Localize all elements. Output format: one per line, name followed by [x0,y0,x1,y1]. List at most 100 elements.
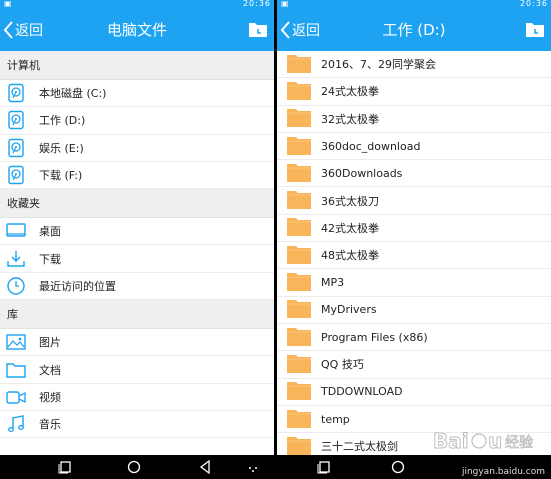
section-header: 计算机 [0,51,274,80]
folder-name: 360Downloads [321,166,403,180]
list-item[interactable]: 工作 (D:) [0,107,274,135]
clock-icon [6,276,26,296]
left-screen: ▣ 20:36 返回 电脑文件 计算机 本地磁盘 (C:) 工作 (D:) 娱乐 (E… [0,0,274,479]
list-item-label: 工作 (D:) [39,114,86,128]
back-label: 返回 [292,23,320,39]
folder-name: TDDOWNLOAD [321,385,403,399]
hard-disk-icon [6,138,26,158]
list-item-label: 娱乐 (E:) [39,141,84,155]
folder-row[interactable]: MP3 [277,269,551,297]
status-time: 20:36 [242,0,271,8]
folder-name: MyDrivers [321,303,377,317]
menu-dots-icon[interactable] [246,460,260,474]
back-button-right[interactable]: 返回 [279,9,320,51]
status-time-right: 20:36 [519,0,548,8]
folder-name: 2016、7、29同学聚会 [321,58,436,72]
svg-text:经验: 经验 [505,435,533,451]
folder-row[interactable]: 24式太极拳 [277,78,551,106]
folder-row[interactable]: TDDOWNLOAD [277,379,551,406]
folder-icon [287,53,311,76]
notification-icon: ▣ [4,0,12,8]
folder-outline-icon [6,360,26,380]
folder-row[interactable]: 48式太极拳 [277,242,551,270]
folder-icon [287,380,311,403]
folder-name: QQ 技巧 [321,358,364,372]
list-item[interactable]: 娱乐 (E:) [0,135,274,162]
folder-icon [287,271,311,294]
home-icon[interactable] [127,460,141,474]
list-item[interactable]: 下载 (F:) [0,162,274,190]
watermark-text: jingyan.baidu.com [461,467,545,477]
folder-icon [287,298,311,321]
status-bar: ▣ 20:36 [0,0,274,9]
location-list: 计算机 本地磁盘 (C:) 工作 (D:) 娱乐 (E:) 下载 (F:) 收藏夹 桌面 下载… [0,51,274,455]
folder-icon [287,408,311,431]
folder-name: Program Files (x86) [321,330,428,344]
folder-row[interactable]: 2016、7、29同学聚会 [277,51,551,79]
notification-icon: ▣ [281,0,289,8]
list-item-label: 桌面 [39,225,61,239]
app-bar: 返回 电脑文件 [0,9,274,51]
app-bar-right: 返回 工作 (D:) [277,9,551,51]
folder-button-icon[interactable] [248,20,268,38]
folder-name: 360doc_download [321,139,421,153]
hard-disk-icon [6,110,26,130]
folder-name: 三十二式太极剑 [321,440,398,454]
baidu-logo-watermark: Bai u 经验 [433,429,534,454]
folder-icon [287,107,311,130]
folder-name: 48式太极拳 [321,249,379,263]
folder-icon [287,353,311,376]
list-item[interactable]: 文档 [0,356,274,384]
folder-row[interactable]: 32式太极拳 [277,106,551,133]
list-item[interactable]: 视频 [0,384,274,411]
folder-row[interactable]: MyDrivers [277,297,551,324]
hard-disk-icon [6,83,26,103]
folder-row[interactable]: 360doc_download [277,133,551,161]
section-header: 库 [0,300,274,330]
recents-icon[interactable] [58,460,72,474]
desktop-icon [6,221,26,241]
folder-icon [287,216,311,239]
folder-icon [287,135,311,158]
list-item[interactable]: 音乐 [0,411,274,439]
folder-button-icon[interactable] [525,20,545,38]
svg-text:Bai: Bai [433,429,469,453]
recents-icon[interactable] [317,460,331,474]
chevron-left-icon [280,21,290,39]
folder-icon [287,80,311,103]
folder-row[interactable]: 42式太极拳 [277,215,551,243]
video-icon [6,387,26,407]
folder-row[interactable]: 36式太极刀 [277,187,551,215]
folder-icon [287,162,311,185]
folder-name: 42式太极拳 [321,221,379,235]
list-item[interactable]: 桌面 [0,218,274,246]
folder-icon [287,326,311,349]
folder-row[interactable]: Program Files (x86) [277,324,551,352]
hard-disk-icon [6,165,26,185]
list-item[interactable]: 本地磁盘 (C:) [0,80,274,108]
folder-list: 2016、7、29同学聚会 24式太极拳 32式太极拳 360doc_download… [277,51,551,455]
list-item-label: 音乐 [39,418,61,432]
list-item-label: 下载 (F:) [39,169,83,183]
folder-name: 36式太极刀 [321,194,379,208]
folder-name: MP3 [321,276,345,290]
list-item-label: 下载 [39,252,61,266]
svg-text:u: u [488,429,502,453]
list-item-label: 视频 [39,390,61,404]
list-item[interactable]: 图片 [0,329,274,357]
list-item[interactable]: 下载 [0,245,274,273]
nav-bar [0,455,274,479]
folder-row[interactable]: 360Downloads [277,160,551,188]
chevron-left-icon [3,21,13,39]
folder-row[interactable]: QQ 技巧 [277,351,551,379]
image-icon [6,332,26,352]
folder-name: 32式太极拳 [321,112,379,126]
list-item[interactable]: 最近访问的位置 [0,273,274,301]
download-icon [6,249,26,269]
home-icon[interactable] [391,460,405,474]
back-button[interactable]: 返回 [2,9,43,51]
folder-icon [287,435,311,455]
folder-icon [287,244,311,267]
list-item-label: 最近访问的位置 [39,279,116,293]
back-nav-icon[interactable] [198,460,212,474]
